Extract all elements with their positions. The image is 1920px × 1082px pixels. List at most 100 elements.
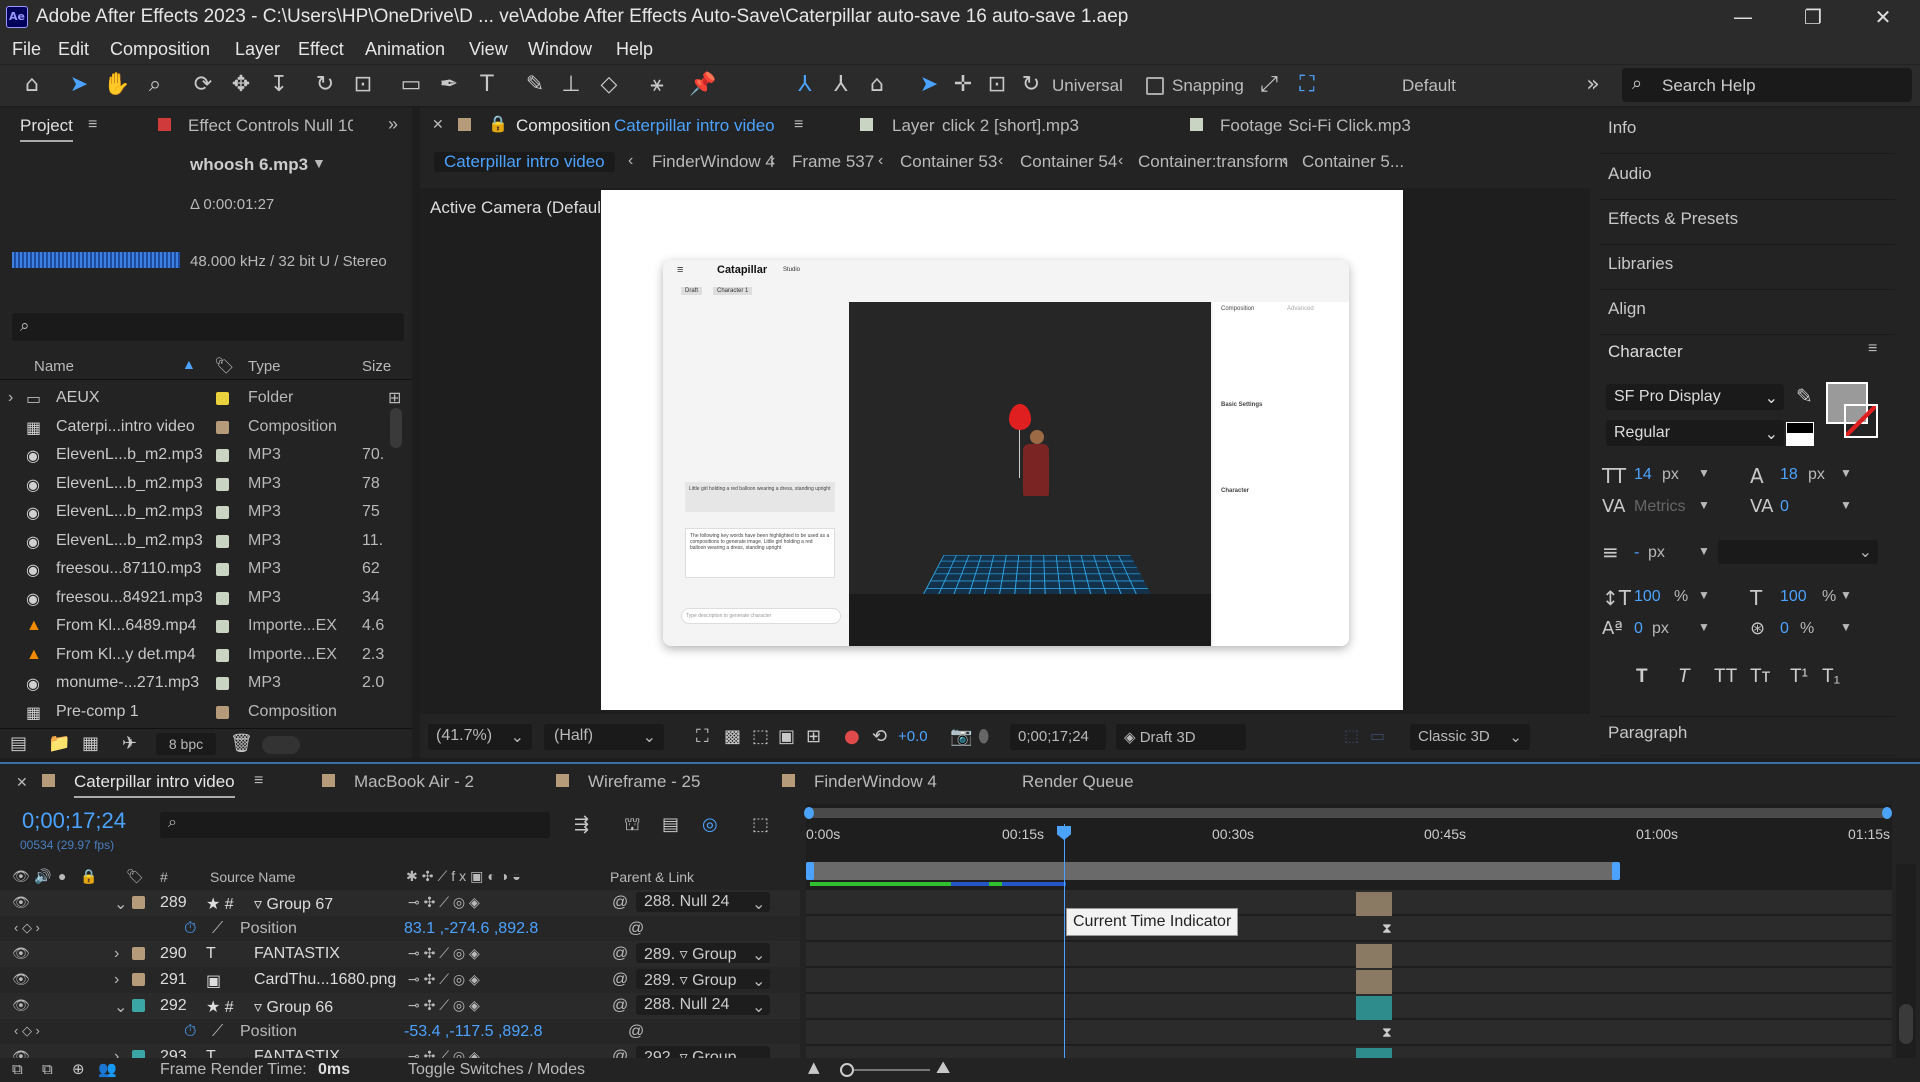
- layer-bar[interactable]: [1356, 996, 1392, 1020]
- zoom-in-icon[interactable]: ⛰: [936, 1058, 950, 1078]
- flowchart-icon[interactable]: ⊞: [388, 388, 401, 408]
- panel-info[interactable]: Info: [1600, 110, 1895, 154]
- timeline-tab[interactable]: FinderWindow 4: [814, 772, 937, 792]
- keyframe-navigator-icon[interactable]: ‹ ◇ ›: [14, 1023, 40, 1039]
- chevron-down-icon[interactable]: ⌄: [752, 997, 765, 1017]
- layer-name[interactable]: CardThu...1680.png: [254, 971, 396, 989]
- label-color-swatch[interactable]: [132, 973, 145, 987]
- panel-effects-presets[interactable]: Effects & Presets: [1600, 201, 1895, 245]
- timeline-scrollbar[interactable]: [1896, 864, 1916, 1058]
- render-time-icon[interactable]: 👥: [98, 1060, 117, 1078]
- new-folder-icon[interactable]: 📁: [48, 733, 70, 754]
- panel-align[interactable]: Align: [1600, 291, 1895, 335]
- project-item[interactable]: ◉ freesou...87110.mp3 MP3 62: [0, 555, 390, 583]
- layer-bar[interactable]: [1356, 944, 1392, 968]
- baseline-shift-value[interactable]: 0: [1634, 620, 1643, 638]
- set-to-black-icon[interactable]: [1786, 422, 1814, 434]
- chevron-down-icon[interactable]: ▼: [1840, 620, 1852, 634]
- layer-name[interactable]: click 2 [short].mp3: [942, 116, 1079, 136]
- chevron-down-icon[interactable]: ▼: [1698, 588, 1710, 602]
- property-value[interactable]: -53.4 ,-117.5 ,892.8: [404, 1023, 542, 1041]
- property-value[interactable]: 83.1 ,-274.6 ,892.8: [404, 920, 538, 938]
- menu-file[interactable]: File: [12, 39, 41, 60]
- project-item[interactable]: ▦ Caterpi...intro video Composition: [0, 413, 390, 441]
- panel-paragraph[interactable]: Paragraph: [1600, 716, 1895, 756]
- twirl-icon[interactable]: ⌄: [114, 997, 127, 1017]
- zoom-tool-icon[interactable]: ⌕: [140, 72, 170, 97]
- reset-exposure-icon[interactable]: ⟲: [872, 726, 887, 747]
- pick-whip-icon[interactable]: @: [612, 997, 628, 1015]
- table-row[interactable]: 👁 ⌄ 292 ★ # ▿ Group 66 ⊸ ✣ ⟋ ◎ ◈ @288. Null 24…: [0, 992, 800, 1019]
- project-item[interactable]: ◉ ElevenL...b_m2.mp3 MP3 75: [0, 498, 390, 526]
- project-item[interactable]: ◉ monume-...271.mp3 MP3 2.0: [0, 669, 390, 697]
- parent-select[interactable]: 292. ▿ Group: [636, 1046, 770, 1058]
- 3d-ground-plane-icon[interactable]: ⬚: [1344, 726, 1359, 745]
- label-color-swatch[interactable]: [216, 648, 229, 662]
- label-color-swatch[interactable]: [132, 896, 145, 909]
- time-graph[interactable]: 0:00s 00:15s 00:30s 00:45s 01:00s 01:15s…: [804, 804, 1892, 1058]
- exposure-value[interactable]: +0.0: [898, 728, 928, 745]
- parent-select[interactable]: 289. ▿ Group: [636, 943, 770, 964]
- region-of-interest-icon[interactable]: ▣: [778, 726, 795, 747]
- layer-name[interactable]: FANTASTIX: [254, 945, 340, 963]
- layer-bar[interactable]: [1356, 1048, 1392, 1058]
- workspace-name[interactable]: Default: [1402, 76, 1456, 96]
- tab-effect-controls[interactable]: Effect Controls Null 10: [188, 116, 353, 136]
- puppet-pin-icon[interactable]: 📌: [688, 72, 718, 97]
- project-item[interactable]: ◉ ElevenL...b_m2.mp3 MP3 70.: [0, 441, 390, 469]
- label-color-swatch[interactable]: [216, 563, 229, 576]
- thumbnail-slider[interactable]: [262, 736, 300, 754]
- timeline-tab[interactable]: Wireframe - 25: [588, 772, 700, 792]
- search-help-field[interactable]: ⌕ Search Help: [1622, 68, 1912, 102]
- draft-3d-icon[interactable]: ⛫: [624, 814, 641, 838]
- column-type[interactable]: Type: [248, 358, 281, 375]
- label-color-swatch[interactable]: [132, 947, 145, 961]
- panel-libraries[interactable]: Libraries: [1600, 246, 1895, 290]
- project-item[interactable]: ◉ ElevenL...b_m2.mp3 MP3 78: [0, 470, 390, 498]
- extended-viewer-icon[interactable]: ▭: [1370, 726, 1385, 745]
- magnification-select[interactable]: (41.7%) ⌄: [428, 724, 532, 750]
- table-row[interactable]: 👁 › 291 ▣ CardThu...1680.png ⊸ ✣ ⟋ ◎ ◈ @289. ▿…: [0, 967, 800, 994]
- table-row[interactable]: 👁 › 293 T FANTASTIX ⊸ ✣ ⟋ ◎ ◈ @292. ▿ Group⌄: [0, 1044, 800, 1058]
- label-color-swatch[interactable]: [216, 420, 229, 434]
- lock-icon[interactable]: 🔒: [80, 868, 97, 885]
- parent-select[interactable]: 288. Null 24: [636, 994, 770, 1015]
- faux-italic-icon[interactable]: T: [1678, 666, 1690, 688]
- layer-bar[interactable]: [1356, 970, 1392, 994]
- eye-icon[interactable]: 👁: [12, 997, 30, 1014]
- label-color-swatch[interactable]: [216, 620, 229, 633]
- menu-animation[interactable]: Animation: [365, 39, 445, 60]
- zoom-slider-handle[interactable]: [840, 1063, 854, 1077]
- interpret-footage-icon[interactable]: ▤: [10, 733, 27, 754]
- hide-shy-layers-icon[interactable]: ▤: [662, 814, 679, 835]
- channels-icon[interactable]: ●: [844, 726, 860, 747]
- pan-camera-icon[interactable]: ✥: [226, 72, 256, 97]
- tab-footage[interactable]: Footage: [1220, 116, 1282, 136]
- column-source-name[interactable]: Source Name: [210, 869, 296, 885]
- stroke-style-select[interactable]: ⌄: [1718, 540, 1878, 564]
- composition-mini-flowchart-icon[interactable]: ⇶: [574, 814, 589, 835]
- timeline-current-time[interactable]: 0;00;17;24: [22, 808, 126, 834]
- pick-whip-icon[interactable]: @: [628, 1023, 644, 1041]
- timeline-tab-active[interactable]: Caterpillar intro video: [74, 772, 235, 798]
- pick-whip-icon[interactable]: @: [612, 1048, 628, 1058]
- chevron-down-icon[interactable]: ▼: [1698, 544, 1710, 558]
- orbit-camera-icon[interactable]: ⟳: [188, 72, 218, 97]
- tsume-value[interactable]: 0: [1780, 620, 1789, 638]
- bit-depth-button[interactable]: 8 bpc: [156, 733, 216, 755]
- active-comp-name[interactable]: Caterpillar intro video: [614, 116, 775, 136]
- property-row[interactable]: ‹ ◇ › ⏱ ⟋ Position 83.1 ,-274.6 ,892.8 @: [0, 915, 800, 942]
- breadcrumb-item[interactable]: Frame 537: [792, 152, 874, 172]
- layer-switches[interactable]: ⊸ ✣ ⟋ ◎ ◈: [408, 894, 480, 911]
- timeline-tab[interactable]: MacBook Air - 2: [354, 772, 474, 792]
- chevron-down-icon[interactable]: ▼: [1698, 466, 1710, 480]
- label-tag-icon[interactable]: 🏷: [126, 868, 144, 885]
- project-item[interactable]: ◉ freesou...84921.mp3 MP3 34: [0, 584, 390, 612]
- tab-project[interactable]: Project: [20, 116, 73, 142]
- project-search-input[interactable]: ⌕: [12, 313, 404, 341]
- breadcrumb-item[interactable]: Container 54: [1020, 152, 1117, 172]
- parent-select[interactable]: 288. Null 24: [636, 892, 770, 912]
- set-to-white-icon[interactable]: [1786, 434, 1814, 446]
- in-out-icon[interactable]: ⊕: [72, 1060, 85, 1078]
- tracking-value[interactable]: 0: [1780, 498, 1789, 516]
